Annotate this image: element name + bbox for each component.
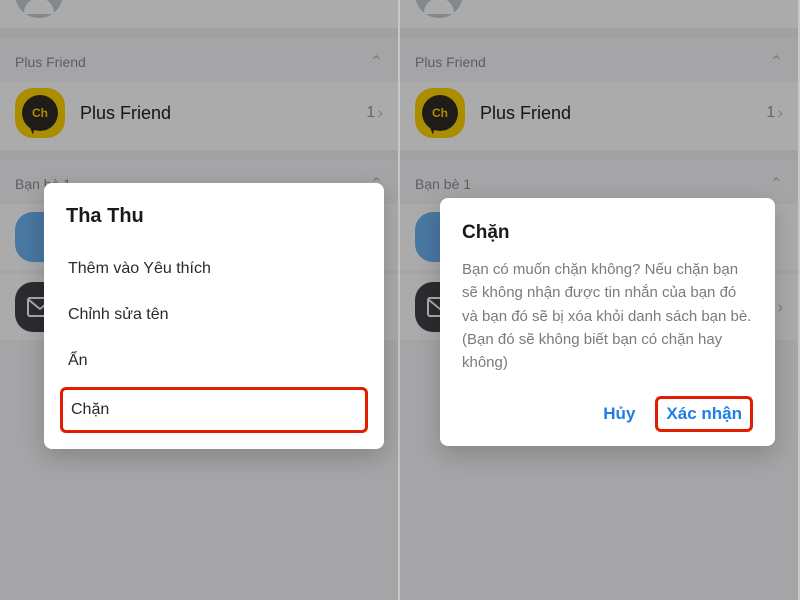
cancel-button[interactable]: Hủy xyxy=(593,396,645,432)
screen-right: Dung Plus Friend ⌃ Ch Plus Friend 1 › Bạ… xyxy=(400,0,800,600)
menu-item-block[interactable]: Chặn xyxy=(60,387,368,433)
action-dialog: Tha Thu Thêm vào Yêu thích Chỉnh sửa tên… xyxy=(44,183,384,449)
dialog-title: Tha Thu xyxy=(66,205,362,228)
confirm-dialog: Chặn Bạn có muốn chặn không? Nếu chặn bạ… xyxy=(440,198,775,446)
confirm-button[interactable]: Xác nhận xyxy=(655,396,753,432)
screen-left: Dung Plus Friend ⌃ Ch Plus Friend 1 › Bạ… xyxy=(0,0,400,600)
menu-item-edit-name[interactable]: Chỉnh sửa tên xyxy=(60,292,368,338)
dialog-body: Bạn có muốn chặn không? Nếu chặn bạn sẽ … xyxy=(462,258,753,374)
dialog-actions: Hủy Xác nhận xyxy=(462,396,753,432)
menu-item-hide[interactable]: Ẩn xyxy=(60,338,368,384)
dialog-title: Chặn xyxy=(462,222,753,244)
menu-item-favorite[interactable]: Thêm vào Yêu thích xyxy=(60,246,368,292)
